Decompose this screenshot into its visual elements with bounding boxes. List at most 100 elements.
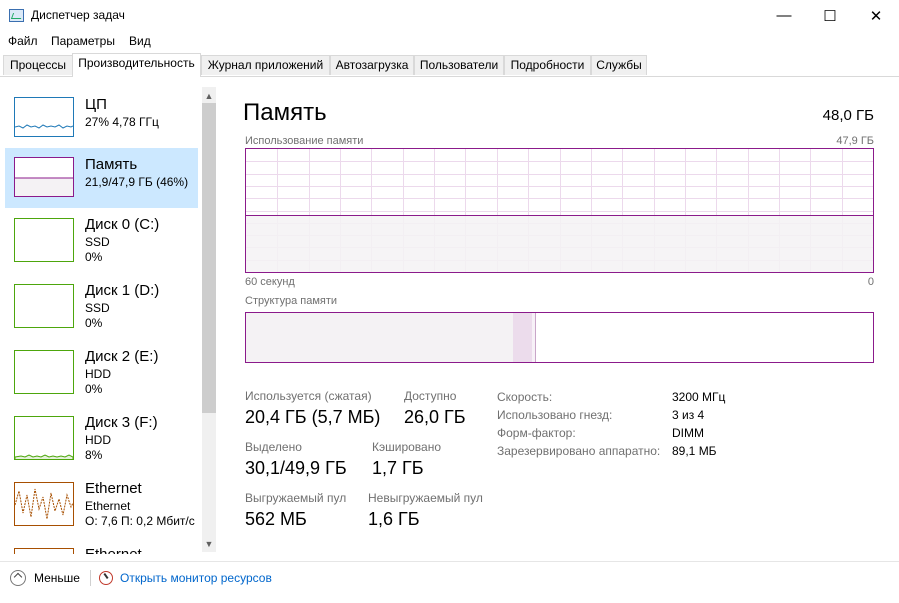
sidebar-item-type: SSD <box>85 235 110 249</box>
memory-usage-chart <box>246 149 873 272</box>
disk-activity-sparkline <box>15 454 73 459</box>
fewer-details-button[interactable]: Меньше <box>34 571 80 585</box>
tab-details[interactable]: Подробности <box>504 55 591 75</box>
stat-in-use-value: 20,4 ГБ (5,7 МБ) <box>245 407 381 427</box>
sidebar-item-type: SSD <box>85 301 110 315</box>
sidebar-scroll-thumb[interactable] <box>202 103 216 413</box>
sidebar-item-name: Ethernet <box>85 480 142 497</box>
memory-structure-bar[interactable] <box>245 312 874 363</box>
sidebar-item-usage: 0% <box>85 382 103 396</box>
tab-performance[interactable]: Производительность <box>72 53 201 77</box>
memory-sparkline <box>15 177 73 196</box>
stat-nonpaged-pool-label: Невыгружаемый пул <box>368 491 483 505</box>
tab-processes[interactable]: Процессы <box>3 55 73 75</box>
sidebar-item-memory[interactable]: Память 21,9/47,9 ГБ (46%) <box>5 148 198 208</box>
sidebar-item-disk-3[interactable]: Диск 3 (F:) HDD 8% <box>5 406 198 466</box>
disk-thumbnail-graph <box>14 284 74 328</box>
sidebar-item-ethernet[interactable]: Ethernet Ethernet О: 7,6 П: 0,2 Мбит/с <box>5 472 198 532</box>
memory-total: 48,0 ГБ <box>822 107 874 124</box>
sidebar-item-disk-2[interactable]: Диск 2 (E:) HDD 0% <box>5 340 198 400</box>
sidebar-item-name: Диск 3 (F:) <box>85 414 158 431</box>
detail-form-factor-label: Форм-фактор: <box>497 426 576 440</box>
cpu-thumbnail-graph <box>14 97 74 137</box>
detail-slots-value: 3 из 4 <box>672 408 705 422</box>
ethernet-thumbnail-graph <box>14 548 74 554</box>
stat-in-use-label: Используется (сжатая) <box>245 389 372 403</box>
sidebar-item-adapter: Ethernet <box>85 499 131 513</box>
minimize-button[interactable]: — <box>761 0 807 31</box>
sidebar-item-name: Ethernet <box>85 546 142 554</box>
sidebar-item-disk-0[interactable]: Диск 0 (C:) SSD 0% <box>5 208 198 268</box>
maximize-button[interactable]: ☐ <box>807 0 853 31</box>
tab-services[interactable]: Службы <box>591 55 647 75</box>
detail-slots-label: Использовано гнезд: <box>497 408 613 422</box>
sidebar-item-name: Диск 2 (E:) <box>85 348 159 365</box>
ethernet-sparkline <box>15 488 73 520</box>
performance-sidebar: ЦП 27% 4,78 ГГц Память 21,9/47,9 ГБ (46%… <box>0 77 217 554</box>
task-manager-app-icon <box>9 9 24 22</box>
menu-view[interactable]: Вид <box>129 34 151 48</box>
menu-options[interactable]: Параметры <box>51 34 115 48</box>
sidebar-item-detail: 27% 4,78 ГГц <box>85 115 159 129</box>
sidebar-item-name: ЦП <box>85 96 107 113</box>
stat-nonpaged-pool-value: 1,6 ГБ <box>368 509 420 529</box>
cpu-sparkline <box>15 124 73 129</box>
fewer-details-icon[interactable] <box>10 570 26 586</box>
sidebar-item-ethernet-2[interactable]: Ethernet <box>5 538 198 554</box>
sidebar-item-usage: 8% <box>85 448 103 462</box>
sidebar-item-name: Память <box>85 156 138 173</box>
stat-paged-pool-label: Выгружаемый пул <box>245 491 347 505</box>
sidebar-item-name: Диск 0 (C:) <box>85 216 160 233</box>
structure-modified-segment[interactable] <box>513 313 532 362</box>
memory-usage-area <box>246 215 873 272</box>
graph-time-span: 60 секунд <box>245 276 295 288</box>
detail-form-factor-value: DIMM <box>672 426 704 440</box>
detail-speed-value: 3200 МГц <box>672 390 726 404</box>
stat-available-value: 26,0 ГБ <box>404 407 466 427</box>
resource-monitor-icon[interactable] <box>99 571 113 585</box>
menu-bar: Файл Параметры Вид <box>0 31 899 51</box>
graph-min-value: 0 <box>867 276 874 288</box>
tab-users[interactable]: Пользователи <box>414 55 504 75</box>
memory-structure-label: Структура памяти <box>245 295 338 307</box>
structure-in-use-segment[interactable] <box>246 313 513 362</box>
page-title: Память <box>243 99 327 126</box>
memory-usage-graph-max: 47,9 ГБ <box>836 135 874 147</box>
stat-committed-value: 30,1/49,9 ГБ <box>245 458 347 478</box>
memory-usage-graph-label: Использование памяти <box>245 135 364 147</box>
memory-usage-graph <box>245 148 874 273</box>
open-resource-monitor-link[interactable]: Открыть монитор ресурсов <box>120 571 272 585</box>
ethernet-thumbnail-graph <box>14 482 74 526</box>
detail-hw-reserved-label: Зарезервировано аппаратно: <box>497 444 661 458</box>
stat-cached-value: 1,7 ГБ <box>372 458 424 478</box>
disk-thumbnail-graph <box>14 350 74 394</box>
scroll-down-arrow-icon[interactable]: ▼ <box>202 537 216 551</box>
sidebar-item-type: HDD <box>85 367 111 381</box>
tab-strip: Процессы Производительность Журнал прило… <box>0 53 899 77</box>
tab-app-history[interactable]: Журнал приложений <box>201 55 330 75</box>
tab-startup[interactable]: Автозагрузка <box>330 55 414 75</box>
sidebar-item-throughput: О: 7,6 П: 0,2 Мбит/с <box>85 514 195 528</box>
stat-committed-label: Выделено <box>245 440 302 454</box>
sidebar-item-cpu[interactable]: ЦП 27% 4,78 ГГц <box>5 88 198 148</box>
close-button[interactable]: ✕ <box>853 0 899 31</box>
sidebar-item-usage: 0% <box>85 250 103 264</box>
structure-standby-segment[interactable] <box>532 313 535 362</box>
menu-file[interactable]: Файл <box>8 34 38 48</box>
detail-hw-reserved-value: 89,1 МБ <box>672 444 717 458</box>
sidebar-item-disk-1[interactable]: Диск 1 (D:) SSD 0% <box>5 274 198 334</box>
stat-cached-label: Кэшировано <box>372 440 442 454</box>
detail-speed-label: Скорость: <box>497 390 553 404</box>
sidebar-item-detail: 21,9/47,9 ГБ (46%) <box>85 175 189 189</box>
memory-structure-chart <box>246 313 536 362</box>
title-bar: Диспетчер задач — ☐ ✕ <box>0 0 899 31</box>
disk-thumbnail-graph <box>14 218 74 262</box>
sidebar-item-usage: 0% <box>85 316 103 330</box>
footer-divider <box>90 570 91 586</box>
sidebar-item-type: HDD <box>85 433 111 447</box>
disk-thumbnail-graph <box>14 416 74 460</box>
sidebar-item-name: Диск 1 (D:) <box>85 282 160 299</box>
scroll-up-arrow-icon[interactable]: ▲ <box>202 89 216 103</box>
stat-available-label: Доступно <box>404 389 457 403</box>
memory-thumbnail-graph <box>14 157 74 197</box>
